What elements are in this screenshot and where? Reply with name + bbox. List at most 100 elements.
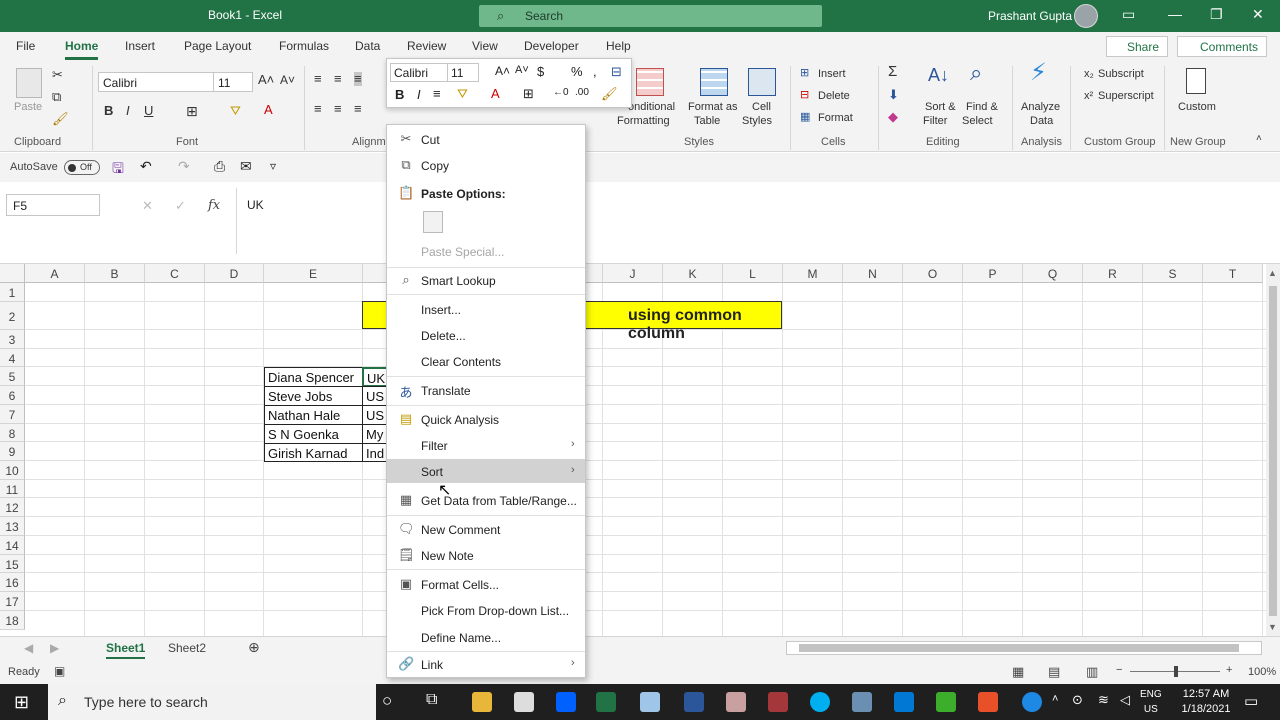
row-header[interactable]: 10 — [0, 461, 25, 480]
column-header[interactable]: O — [903, 264, 963, 283]
bold-icon[interactable]: B — [395, 87, 404, 102]
file-explorer-icon[interactable] — [472, 692, 492, 712]
menu-item-sort[interactable]: Sort › — [387, 459, 585, 483]
share-button[interactable]: Share — [1106, 36, 1168, 57]
italic-icon[interactable]: I — [417, 87, 421, 102]
bold-icon[interactable]: B — [104, 104, 113, 118]
calculator-icon[interactable] — [1186, 68, 1206, 94]
app-taskbar-icon[interactable] — [640, 692, 660, 712]
tab-review[interactable]: Review — [407, 39, 446, 53]
menu-item-cut[interactable]: ✂ Cut — [387, 127, 585, 151]
row-header[interactable]: 13 — [0, 517, 25, 536]
email-icon[interactable]: ✉ — [240, 158, 252, 175]
scroll-thumb[interactable] — [1269, 286, 1277, 616]
analyze-data-icon[interactable]: ⚡ — [1030, 61, 1047, 85]
italic-icon[interactable]: I — [126, 104, 130, 118]
menu-item-pick-from-list[interactable]: Pick From Drop-down List... — [387, 598, 585, 622]
language-indicator[interactable]: ENG US — [1140, 687, 1162, 717]
search-box[interactable]: ⌕ Search — [479, 5, 822, 27]
row-header[interactable]: 18 — [0, 611, 25, 630]
subscript-icon[interactable]: x₂ — [1084, 67, 1094, 81]
sheet-tab-sheet2[interactable]: Sheet2 — [168, 641, 206, 655]
delete-cells-label[interactable]: Delete — [818, 89, 850, 103]
cancel-icon[interactable]: ✕ — [142, 198, 153, 214]
prev-sheet-icon[interactable]: ◀ — [24, 641, 33, 655]
minimize-icon[interactable]: — — [1168, 6, 1182, 22]
insert-function-icon[interactable]: fx — [208, 198, 220, 213]
tab-insert[interactable]: Insert — [125, 39, 155, 53]
column-header[interactable]: A — [25, 264, 85, 283]
next-sheet-icon[interactable]: ▶ — [50, 641, 59, 655]
zoom-out-icon[interactable]: − — [1116, 664, 1122, 676]
fill-icon[interactable]: ⬇ — [888, 88, 899, 102]
mini-font-size[interactable]: 11 — [447, 63, 479, 82]
tab-data[interactable]: Data — [355, 39, 380, 53]
skype-icon[interactable] — [810, 692, 830, 712]
column-header[interactable]: S — [1143, 264, 1203, 283]
scroll-thumb[interactable] — [799, 644, 1239, 652]
align-center-icon[interactable]: ≡ — [334, 102, 342, 116]
ribbon-display-icon[interactable]: ▭ — [1122, 6, 1135, 23]
name-cell[interactable]: Nathan Hale — [264, 405, 363, 425]
cut-icon[interactable]: ✂ — [52, 68, 63, 82]
underline-icon[interactable]: U — [144, 104, 153, 118]
tab-formulas[interactable]: Formulas — [279, 39, 329, 53]
fill-color-icon[interactable]: ⛛ — [230, 104, 241, 118]
row-header[interactable]: 3 — [0, 330, 25, 349]
scroll-down-icon[interactable]: ▼ — [1268, 622, 1277, 632]
format-cells-label[interactable]: Format — [818, 111, 853, 125]
name-cell[interactable]: S N Goenka — [264, 424, 363, 444]
row-header[interactable]: 9 — [0, 442, 25, 461]
align-right-icon[interactable]: ≡ — [354, 102, 362, 116]
menu-item-format-cells[interactable]: ▣ Format Cells... — [387, 572, 585, 596]
customize-qat-icon[interactable]: ▿ — [270, 159, 276, 173]
collapse-ribbon-icon[interactable]: ˄ — [1256, 132, 1262, 146]
decrease-decimal-icon[interactable]: .00 — [575, 87, 589, 98]
dropbox-icon[interactable] — [556, 692, 576, 712]
volume-icon[interactable]: ◁ — [1120, 692, 1130, 708]
fill-color-icon[interactable]: ⛛ — [457, 86, 468, 102]
mini-font-name[interactable]: Calibri — [390, 63, 448, 82]
undo-icon[interactable]: ↶ — [140, 158, 152, 175]
notifications-icon[interactable]: ▭ — [1244, 692, 1258, 710]
copy-icon[interactable]: ⧉ — [52, 90, 61, 104]
menu-item-get-data[interactable]: ▦ Get Data from Table/Range... — [387, 488, 585, 512]
menu-item-link[interactable]: 🔗 Link › — [387, 652, 585, 676]
recorder-icon[interactable] — [978, 692, 998, 712]
middle-align-icon[interactable]: ≡ — [334, 72, 342, 86]
row-header[interactable]: 15 — [0, 555, 25, 573]
cortana-icon[interactable]: ○ — [382, 691, 392, 711]
autosum-icon[interactable]: Σ — [888, 64, 897, 79]
windows-start-icon[interactable]: ⊞ — [14, 692, 29, 713]
enter-icon[interactable]: ✓ — [175, 198, 186, 214]
insert-cells-label[interactable]: Insert — [818, 67, 846, 81]
row-header[interactable]: 6 — [0, 386, 25, 405]
column-header[interactable]: M — [783, 264, 843, 283]
delete-cells-icon[interactable]: ⊟ — [800, 88, 809, 102]
name-cell[interactable]: Steve Jobs — [264, 386, 363, 406]
close-icon[interactable]: ✕ — [1252, 6, 1264, 23]
increase-decimal-icon[interactable]: ←0 — [553, 87, 569, 98]
column-header[interactable]: E — [264, 264, 363, 283]
column-header[interactable]: K — [663, 264, 723, 283]
comments-button[interactable]: Comments — [1177, 36, 1267, 57]
row-header[interactable]: 4 — [0, 349, 25, 367]
row-header[interactable]: 14 — [0, 536, 25, 555]
font-size-box[interactable]: 11 — [213, 72, 253, 92]
format-cells-icon[interactable]: ▦ — [800, 110, 810, 124]
taskbar-clock[interactable]: 12:57 AM 1/18/2021 — [1176, 687, 1236, 717]
borders-icon[interactable]: ⊞ — [186, 104, 198, 118]
menu-item-clear-contents[interactable]: Clear Contents — [387, 349, 585, 373]
select-all-corner[interactable] — [0, 264, 25, 283]
align-center-icon[interactable]: ≡ — [433, 86, 441, 101]
paste-option-icon[interactable] — [423, 211, 443, 233]
menu-item-define-name[interactable]: Define Name... — [387, 625, 585, 649]
page-layout-view-icon[interactable]: ▤ — [1048, 664, 1060, 680]
custom-label[interactable]: Custom — [1178, 100, 1216, 114]
cell-styles-icon[interactable] — [748, 68, 776, 96]
font-color-icon[interactable]: A — [491, 86, 500, 101]
decrease-font-icon[interactable]: A˅ — [515, 64, 529, 76]
vertical-scrollbar[interactable]: ▲ ▼ — [1266, 264, 1280, 636]
insert-cells-icon[interactable]: ⊞ — [800, 66, 809, 80]
zoom-slider-thumb[interactable] — [1174, 666, 1178, 677]
